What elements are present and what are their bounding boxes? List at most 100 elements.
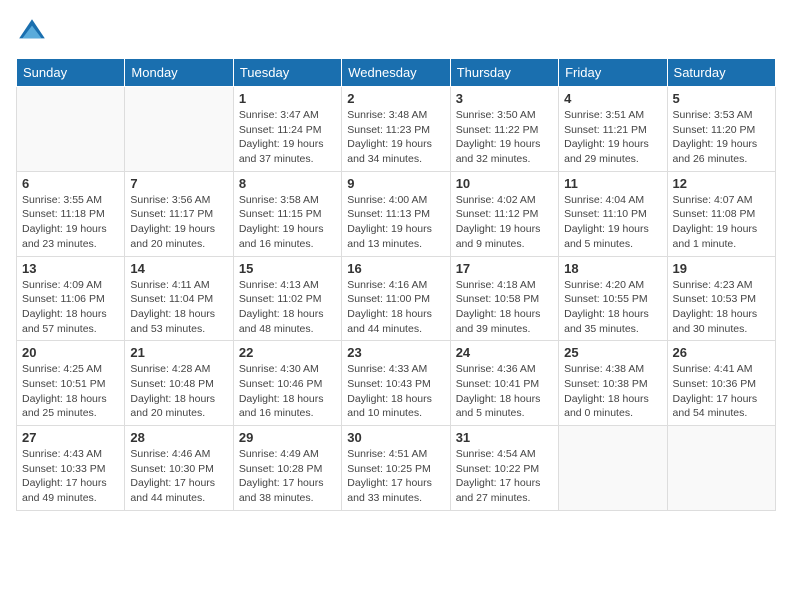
calendar-day-3: 3 Sunrise: 3:50 AM Sunset: 11:22 PM Dayli… [450,87,558,172]
calendar-header-row: SundayMondayTuesdayWednesdayThursdayFrid… [17,59,776,87]
calendar-week-row: 27 Sunrise: 4:43 AM Sunset: 10:33 PM Dayl… [17,426,776,511]
calendar-day-empty [559,426,667,511]
calendar-day-23: 23Sunrise: 4:33 AM Sunset: 10:43 PM Dayl… [342,341,450,426]
day-info: Sunrise: 4:02 AM Sunset: 11:12 PM Daylig… [456,193,553,252]
logo [16,16,52,48]
day-info: Sunrise: 4:43 AM Sunset: 10:33 PM Daylig… [22,447,119,506]
day-info: Sunrise: 4:41 AM Sunset: 10:36 PM Daylig… [673,362,770,421]
calendar-day-9: 9 Sunrise: 4:00 AM Sunset: 11:13 PM Dayli… [342,171,450,256]
day-number: 24 [456,345,553,360]
day-info: Sunrise: 4:30 AM Sunset: 10:46 PM Daylig… [239,362,336,421]
day-number: 25 [564,345,661,360]
calendar-day-26: 26 Sunrise: 4:41 AM Sunset: 10:36 PM Dayl… [667,341,775,426]
day-number: 30 [347,430,444,445]
calendar-day-empty [667,426,775,511]
weekday-header-wednesday: Wednesday [342,59,450,87]
day-number: 11 [564,176,661,191]
day-number: 16 [347,261,444,276]
calendar-day-16: 16 Sunrise: 4:16 AM Sunset: 11:00 PM Dayl… [342,256,450,341]
calendar-day-25: 25 Sunrise: 4:38 AM Sunset: 10:38 PM Dayl… [559,341,667,426]
day-info: Sunrise: 4:36 AM Sunset: 10:41 PM Daylig… [456,362,553,421]
day-info: Sunrise: 3:58 AM Sunset: 11:15 PM Daylig… [239,193,336,252]
day-info: Sunrise: 3:51 AM Sunset: 11:21 PM Daylig… [564,108,661,167]
day-info: Sunrise: 4:11 AM Sunset: 11:04 PM Daylig… [130,278,227,337]
calendar-day-7: 7 Sunrise: 3:56 AM Sunset: 11:17 PM Dayli… [125,171,233,256]
calendar-week-row: 6 Sunrise: 3:55 AM Sunset: 11:18 PM Dayli… [17,171,776,256]
day-info: Sunrise: 3:47 AM Sunset: 11:24 PM Daylig… [239,108,336,167]
calendar-day-6: 6 Sunrise: 3:55 AM Sunset: 11:18 PM Dayli… [17,171,125,256]
calendar-week-row: 20 Sunrise: 4:25 AM Sunset: 10:51 PM Dayl… [17,341,776,426]
weekday-header-sunday: Sunday [17,59,125,87]
day-number: 17 [456,261,553,276]
day-info: Sunrise: 4:18 AM Sunset: 10:58 PM Daylig… [456,278,553,337]
calendar-day-1: 1Sunrise: 3:47 AM Sunset: 11:24 PM Dayli… [233,87,341,172]
calendar-day-12: 12Sunrise: 4:07 AM Sunset: 11:08 PM Dayl… [667,171,775,256]
day-info: Sunrise: 4:00 AM Sunset: 11:13 PM Daylig… [347,193,444,252]
calendar-day-22: 22Sunrise: 4:30 AM Sunset: 10:46 PM Dayl… [233,341,341,426]
day-info: Sunrise: 4:25 AM Sunset: 10:51 PM Daylig… [22,362,119,421]
day-number: 26 [673,345,770,360]
day-number: 4 [564,91,661,106]
day-number: 29 [239,430,336,445]
weekday-header-saturday: Saturday [667,59,775,87]
day-info: Sunrise: 4:13 AM Sunset: 11:02 PM Daylig… [239,278,336,337]
day-info: Sunrise: 3:53 AM Sunset: 11:20 PM Daylig… [673,108,770,167]
calendar-day-15: 15 Sunrise: 4:13 AM Sunset: 11:02 PM Dayl… [233,256,341,341]
day-info: Sunrise: 3:56 AM Sunset: 11:17 PM Daylig… [130,193,227,252]
day-number: 7 [130,176,227,191]
calendar-day-4: 4 Sunrise: 3:51 AM Sunset: 11:21 PM Dayli… [559,87,667,172]
day-info: Sunrise: 4:46 AM Sunset: 10:30 PM Daylig… [130,447,227,506]
day-number: 12 [673,176,770,191]
day-number: 28 [130,430,227,445]
calendar-day-21: 21 Sunrise: 4:28 AM Sunset: 10:48 PM Dayl… [125,341,233,426]
day-number: 2 [347,91,444,106]
calendar-day-24: 24 Sunrise: 4:36 AM Sunset: 10:41 PM Dayl… [450,341,558,426]
calendar-day-28: 28 Sunrise: 4:46 AM Sunset: 10:30 PM Dayl… [125,426,233,511]
calendar-day-empty [125,87,233,172]
day-number: 27 [22,430,119,445]
day-number: 10 [456,176,553,191]
day-info: Sunrise: 4:28 AM Sunset: 10:48 PM Daylig… [130,362,227,421]
calendar-day-30: 30 Sunrise: 4:51 AM Sunset: 10:25 PM Dayl… [342,426,450,511]
day-info: Sunrise: 4:38 AM Sunset: 10:38 PM Daylig… [564,362,661,421]
day-info: Sunrise: 3:50 AM Sunset: 11:22 PM Daylig… [456,108,553,167]
day-info: Sunrise: 4:54 AM Sunset: 10:22 PM Daylig… [456,447,553,506]
day-number: 20 [22,345,119,360]
day-number: 3 [456,91,553,106]
calendar-week-row: 1Sunrise: 3:47 AM Sunset: 11:24 PM Dayli… [17,87,776,172]
day-number: 8 [239,176,336,191]
day-number: 15 [239,261,336,276]
calendar-day-18: 18Sunrise: 4:20 AM Sunset: 10:55 PM Dayl… [559,256,667,341]
calendar-day-17: 17 Sunrise: 4:18 AM Sunset: 10:58 PM Dayl… [450,256,558,341]
calendar-day-13: 13Sunrise: 4:09 AM Sunset: 11:06 PM Dayl… [17,256,125,341]
day-info: Sunrise: 3:48 AM Sunset: 11:23 PM Daylig… [347,108,444,167]
calendar-day-31: 31 Sunrise: 4:54 AM Sunset: 10:22 PM Dayl… [450,426,558,511]
calendar-day-10: 10 Sunrise: 4:02 AM Sunset: 11:12 PM Dayl… [450,171,558,256]
day-info: Sunrise: 4:23 AM Sunset: 10:53 PM Daylig… [673,278,770,337]
day-info: Sunrise: 4:33 AM Sunset: 10:43 PM Daylig… [347,362,444,421]
day-number: 14 [130,261,227,276]
weekday-header-friday: Friday [559,59,667,87]
calendar-day-20: 20 Sunrise: 4:25 AM Sunset: 10:51 PM Dayl… [17,341,125,426]
calendar-day-14: 14 Sunrise: 4:11 AM Sunset: 11:04 PM Dayl… [125,256,233,341]
day-number: 21 [130,345,227,360]
weekday-header-thursday: Thursday [450,59,558,87]
day-number: 19 [673,261,770,276]
page-header [16,16,776,48]
calendar-day-29: 29 Sunrise: 4:49 AM Sunset: 10:28 PM Dayl… [233,426,341,511]
day-number: 6 [22,176,119,191]
calendar-day-5: 5 Sunrise: 3:53 AM Sunset: 11:20 PM Dayli… [667,87,775,172]
weekday-header-monday: Monday [125,59,233,87]
day-number: 31 [456,430,553,445]
day-info: Sunrise: 4:49 AM Sunset: 10:28 PM Daylig… [239,447,336,506]
calendar-week-row: 13Sunrise: 4:09 AM Sunset: 11:06 PM Dayl… [17,256,776,341]
weekday-header-tuesday: Tuesday [233,59,341,87]
day-number: 5 [673,91,770,106]
day-info: Sunrise: 4:51 AM Sunset: 10:25 PM Daylig… [347,447,444,506]
calendar-table: SundayMondayTuesdayWednesdayThursdayFrid… [16,58,776,511]
calendar-day-11: 11Sunrise: 4:04 AM Sunset: 11:10 PM Dayl… [559,171,667,256]
day-number: 9 [347,176,444,191]
logo-icon [16,16,48,48]
day-info: Sunrise: 4:16 AM Sunset: 11:00 PM Daylig… [347,278,444,337]
day-info: Sunrise: 3:55 AM Sunset: 11:18 PM Daylig… [22,193,119,252]
